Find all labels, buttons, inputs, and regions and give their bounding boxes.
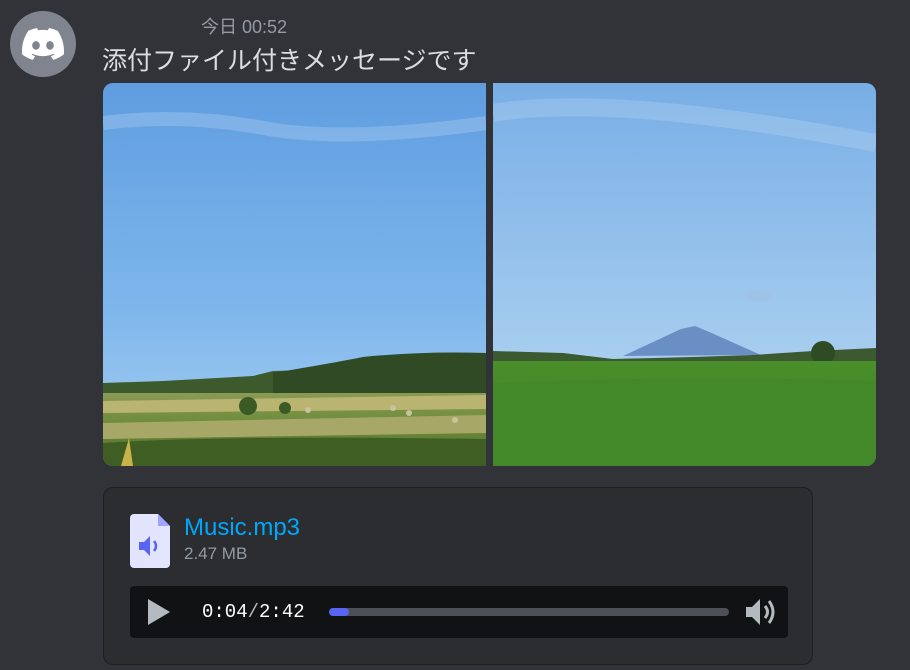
file-name-link[interactable]: Music.mp3: [184, 513, 300, 543]
audio-attachment: Music.mp3 2.47 MB 0:04/2:42: [103, 487, 813, 665]
duration: 2:42: [259, 601, 305, 623]
progress-bar[interactable]: [329, 608, 729, 616]
current-time: 0:04: [202, 601, 248, 623]
progress-fill: [329, 608, 349, 616]
file-size: 2.47 MB: [184, 544, 248, 563]
image-attachment-mountain[interactable]: [493, 83, 876, 466]
image-attachment-field[interactable]: [103, 83, 486, 466]
audio-file-icon: [130, 514, 170, 568]
message-timestamp: 今日 00:52: [201, 17, 288, 37]
avatar[interactable]: [10, 11, 76, 77]
audio-player: 0:04/2:42: [130, 586, 788, 638]
time-display: 0:04/2:42: [202, 600, 305, 624]
field-landscape-photo: [103, 83, 486, 466]
play-icon[interactable]: [144, 597, 174, 627]
time-separator: /: [247, 601, 260, 623]
message-content: 添付ファイル付きメッセージです: [102, 47, 477, 75]
discord-logo-icon: [22, 28, 64, 60]
volume-icon[interactable]: [744, 596, 778, 628]
mountain-landscape-photo: [493, 83, 876, 466]
